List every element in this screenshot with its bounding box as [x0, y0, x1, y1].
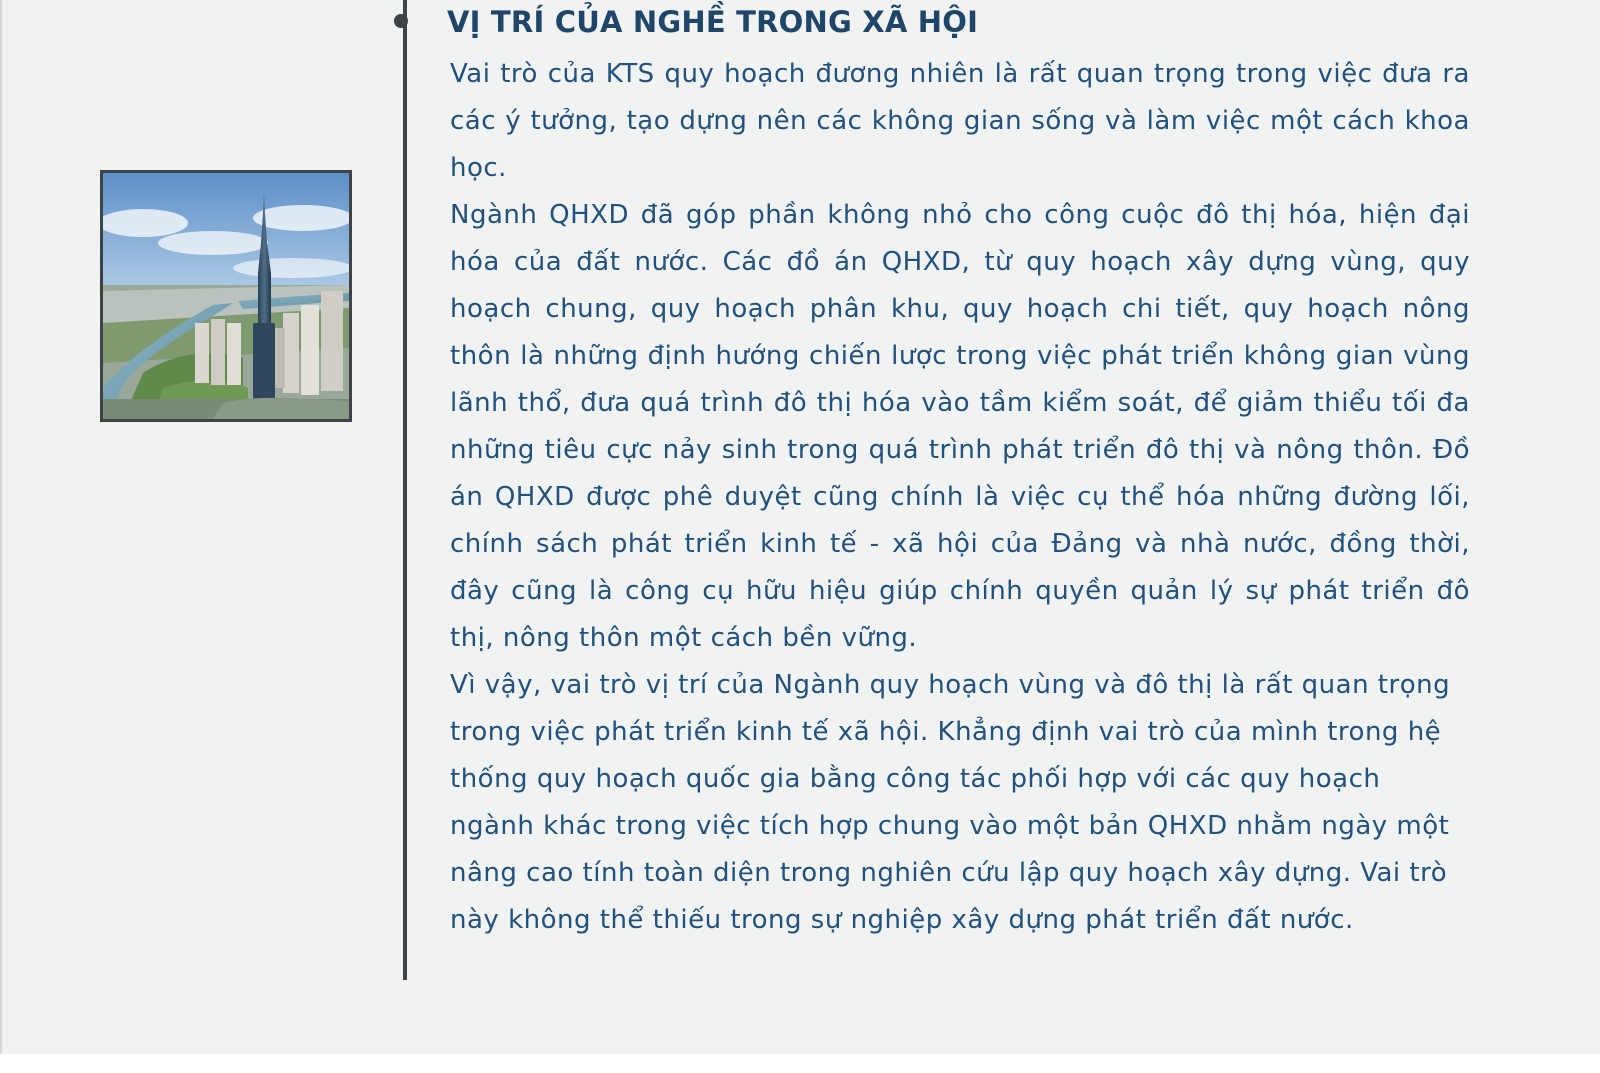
page-left-border [0, 0, 2, 1073]
section-body: Vai trò của KTS quy hoạch đương nhiên là… [450, 51, 1470, 944]
page: VỊ TRÍ CỦA NGHỀ TRONG XÃ HỘI Vai trò của… [0, 0, 1600, 1073]
timeline-dot [394, 14, 408, 28]
page-bottom-band [0, 1054, 1600, 1073]
paragraph-1: Vai trò của KTS quy hoạch đương nhiên là… [450, 59, 1470, 183]
paragraph-2: Ngành QHXD đã góp phần không nhỏ cho côn… [450, 200, 1470, 653]
timeline-line [403, 0, 407, 980]
section-heading: VỊ TRÍ CỦA NGHỀ TRONG XÃ HỘI [447, 5, 979, 39]
city-skyline-illustration [103, 173, 349, 419]
city-skyline-photo [100, 170, 352, 422]
paragraph-3: Vì vậy, vai trò vị trí của Ngành quy hoạ… [450, 670, 1451, 935]
